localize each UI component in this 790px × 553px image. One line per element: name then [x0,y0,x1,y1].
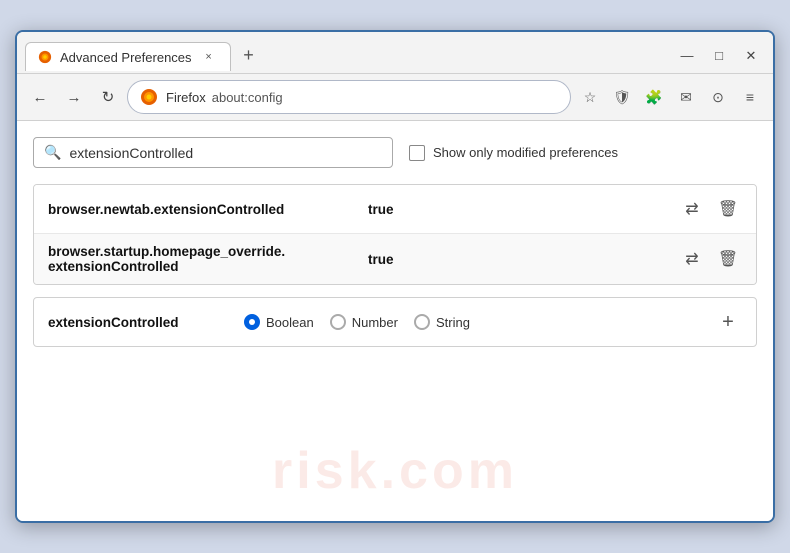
radio-circle-number [330,314,346,330]
new-pref-name: extensionControlled [48,315,228,330]
radio-boolean[interactable]: Boolean [244,314,314,330]
type-radio-group: Boolean Number String [244,314,698,330]
pref-value-2: true [368,252,678,267]
search-icon: 🔍 [44,144,61,161]
delete-button-1[interactable]: 🗑 [714,195,742,223]
window-controls: — □ ✕ [673,42,765,70]
bookmark-button[interactable]: ☆ [575,82,605,112]
radio-circle-string [414,314,430,330]
address-text: Firefox about:config [166,90,283,105]
radio-string[interactable]: String [414,314,470,330]
browser-window: Advanced Preferences × + — □ ✕ ← → ↻ Fir… [15,30,775,523]
tab-favicon [38,50,52,64]
toggle-button-1[interactable]: ⇄ [678,195,706,223]
show-modified-option[interactable]: Show only modified preferences [409,145,618,161]
toggle-button-2[interactable]: ⇄ [678,245,706,273]
new-tab-button[interactable]: + [235,42,263,70]
back-button[interactable]: ← [25,82,55,112]
show-modified-label: Show only modified preferences [433,145,618,160]
search-input[interactable] [69,145,382,161]
search-box[interactable]: 🔍 [33,137,393,168]
pref-value-1: true [368,202,678,217]
show-modified-checkbox[interactable] [409,145,425,161]
account-button[interactable]: ⊙ [703,82,733,112]
content-area: 🔍 Show only modified preferences browser… [17,121,773,521]
site-name: Firefox [166,90,206,105]
browser-tab[interactable]: Advanced Preferences × [25,42,231,71]
table-row: browser.newtab.extensionControlled true … [34,185,756,234]
nav-icons: ☆ 🛡 🧩 ✉ ⊙ ≡ [575,82,765,112]
nav-bar: ← → ↻ Firefox about:config ☆ 🛡 🧩 ✉ ⊙ ≡ [17,74,773,121]
search-row: 🔍 Show only modified preferences [33,137,757,168]
url-text: about:config [212,90,283,105]
addon-button[interactable]: 🧩 [639,82,669,112]
delete-button-2[interactable]: 🗑 [714,245,742,273]
row-actions-1: ⇄ 🗑 [678,195,742,223]
watermark: risk.com [272,441,518,501]
site-icon [140,88,158,106]
tab-title: Advanced Preferences [60,50,192,65]
close-button[interactable]: ✕ [737,42,765,70]
pref-name-2: browser.startup.homepage_override. exten… [48,244,368,274]
new-pref-row: extensionControlled Boolean Number Strin… [33,297,757,347]
results-table: browser.newtab.extensionControlled true … [33,184,757,285]
radio-number[interactable]: Number [330,314,398,330]
tab-close-button[interactable]: × [200,48,218,66]
mail-button[interactable]: ✉ [671,82,701,112]
address-bar[interactable]: Firefox about:config [127,80,571,114]
title-bar: Advanced Preferences × + — □ ✕ [17,32,773,74]
menu-button[interactable]: ≡ [735,82,765,112]
radio-circle-boolean [244,314,260,330]
forward-button[interactable]: → [59,82,89,112]
minimize-button[interactable]: — [673,42,701,70]
table-row: browser.startup.homepage_override. exten… [34,234,756,284]
pref-name-1: browser.newtab.extensionControlled [48,202,368,217]
row-actions-2: ⇄ 🗑 [678,245,742,273]
add-pref-button[interactable]: + [714,308,742,336]
refresh-button[interactable]: ↻ [93,82,123,112]
maximize-button[interactable]: □ [705,42,733,70]
shield-button[interactable]: 🛡 [607,82,637,112]
